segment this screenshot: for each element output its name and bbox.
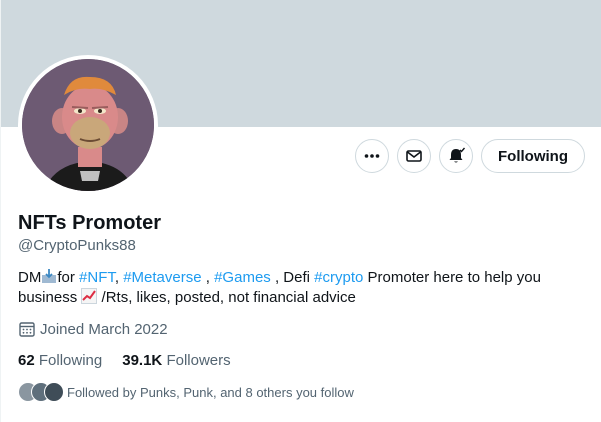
bio-text: , bbox=[201, 269, 215, 286]
avatar bbox=[44, 382, 64, 402]
followed-by-text: Followed by Punks, Punk, and 8 others yo… bbox=[67, 384, 354, 400]
chart-increasing-icon bbox=[81, 288, 98, 304]
avatar-image bbox=[22, 59, 154, 191]
notifications-button[interactable] bbox=[439, 139, 474, 173]
envelope-icon bbox=[406, 150, 422, 162]
ape-portrait-icon bbox=[22, 59, 154, 191]
joined-date: Joined March 2022 bbox=[18, 320, 168, 338]
profile-bio: DM for #NFT, #Metaverse , #Games , Defi … bbox=[18, 268, 578, 308]
bio-text: for bbox=[57, 269, 80, 286]
hashtag-link[interactable]: #NFT bbox=[79, 269, 115, 286]
following-label: Following bbox=[38, 352, 103, 369]
mutual-avatars bbox=[18, 382, 64, 402]
bio-text: DM bbox=[18, 269, 42, 286]
followers-label: Followers bbox=[166, 352, 231, 369]
more-button[interactable] bbox=[355, 139, 390, 173]
profile-avatar[interactable] bbox=[18, 55, 158, 195]
followers-you-know[interactable]: Followed by Punks, Punk, and 8 others yo… bbox=[18, 382, 354, 402]
followers-count: 39.1K bbox=[122, 352, 163, 369]
bio-text: , Defi bbox=[270, 269, 315, 286]
following-button[interactable]: Following bbox=[481, 139, 585, 173]
inbox-tray-icon bbox=[42, 269, 57, 283]
profile-actions: Following bbox=[355, 139, 585, 173]
followers-link[interactable]: 39.1K Followers bbox=[122, 352, 230, 369]
bio-text: , bbox=[114, 269, 124, 286]
display-name: NFTs Promoter bbox=[18, 212, 161, 234]
follow-stats: 62 Following 39.1K Followers bbox=[18, 352, 231, 369]
hashtag-link[interactable]: #Metaverse bbox=[123, 269, 201, 286]
hashtag-link[interactable]: #crypto bbox=[314, 269, 363, 286]
bio-text: /Rts, likes, posted, not financial advic… bbox=[97, 289, 356, 306]
user-handle: @CryptoPunks88 bbox=[18, 237, 136, 254]
more-icon bbox=[364, 154, 380, 158]
following-count: 62 bbox=[18, 352, 35, 369]
column-border bbox=[0, 0, 1, 422]
following-link[interactable]: 62 Following bbox=[18, 352, 102, 369]
message-button[interactable] bbox=[397, 139, 432, 173]
bell-icon bbox=[449, 147, 466, 163]
hashtag-link[interactable]: #Games bbox=[214, 269, 271, 286]
joined-text: Joined March 2022 bbox=[40, 320, 168, 338]
calendar-icon bbox=[19, 322, 35, 337]
